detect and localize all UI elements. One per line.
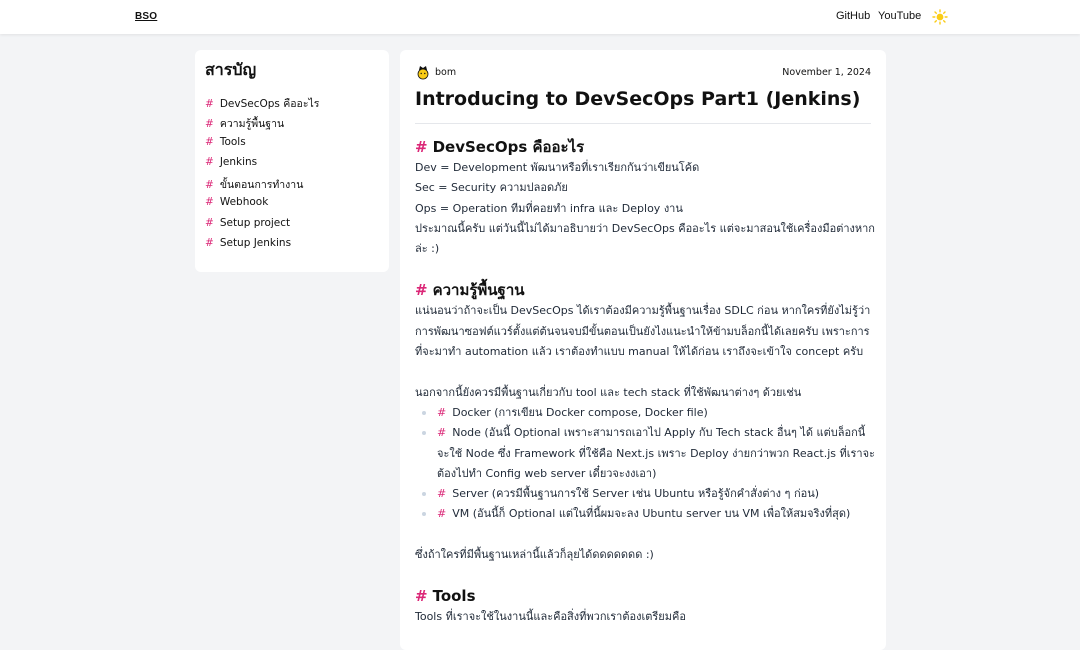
section-heading-basics: # ความรู้พื้นฐาน <box>415 281 525 300</box>
list-item: # Server (ควรมีพื้นฐานการใช้ Server เช่น … <box>415 484 875 504</box>
title-divider <box>415 123 871 124</box>
theme-toggle-button[interactable] <box>932 9 948 25</box>
paragraph-dev: Dev = Development พัฒนาหรือที่เราเรียกกั… <box>415 161 700 174</box>
hash-icon: # <box>205 237 214 250</box>
hash-icon: # <box>205 135 214 148</box>
toc-title: สารบัญ <box>205 60 257 79</box>
table-of-contents: สารบัญ # DevSecOps คืออะไร # ความรู้พื้นฐา… <box>195 50 389 272</box>
hash-icon: # <box>205 196 214 209</box>
hash-icon: # <box>205 179 214 192</box>
site-logo[interactable]: BSO <box>135 11 157 22</box>
hash-icon[interactable]: # <box>415 138 428 156</box>
article-content: # DevSecOps คืออะไร Dev = Development พัฒ… <box>415 136 875 628</box>
paragraph-tools-intro: Tools ที่เราจะใช้ในงานนี้และคือสิ่งที่พว… <box>415 610 686 624</box>
post-title: Introducing to DevSecOps Part1 (Jenkins) <box>415 88 861 110</box>
hash-icon: # <box>205 98 214 110</box>
toc-item-tools[interactable]: # Tools <box>205 136 319 156</box>
prerequisite-list: # Docker (การเขียน Docker compose, Docker… <box>415 403 875 525</box>
paragraph-summary: ประมาณนี้ครับ แต่วันนี้ไม่ได้มาอธิบายว่า… <box>415 221 875 256</box>
section-heading-devsecops: # DevSecOps คืออะไร <box>415 138 585 156</box>
author-name[interactable]: bom <box>435 67 456 78</box>
toc-item-webhook[interactable]: # Webhook <box>205 196 319 216</box>
toc-item-basics[interactable]: # ความรู้พื้นฐาน <box>205 115 319 135</box>
hash-icon[interactable]: # <box>415 281 428 299</box>
hash-icon: # <box>205 118 214 131</box>
toc-item-jenkins[interactable]: # Jenkins <box>205 156 319 176</box>
hash-icon: # <box>437 507 447 521</box>
toc-item-setup-jenkins[interactable]: # Setup Jenkins <box>205 237 319 257</box>
avatar-icon <box>417 66 429 80</box>
paragraph-basics-intro: แน่นอนว่าถ้าจะเป็น DevSecOps ได้เราต้องม… <box>415 304 871 359</box>
article-card: bom November 1, 2024 Introducing to DevS… <box>400 50 886 650</box>
nav-link-github[interactable]: GitHub <box>836 10 870 22</box>
list-item: # Docker (การเขียน Docker compose, Docker… <box>415 403 875 423</box>
paragraph-basics-lead: นอกจากนี้ยังควรมีพื้นฐานเกี่ยวกับ tool แ… <box>415 385 802 399</box>
list-item: # Node (อันนี้ Optional เพราะสามารถเอาไป … <box>415 423 875 484</box>
hash-icon: # <box>205 216 214 229</box>
toc-item-setup-project[interactable]: # Setup project <box>205 217 319 237</box>
section-heading-tools: # Tools <box>415 587 476 606</box>
hash-icon[interactable]: # <box>415 587 428 605</box>
author-row: bom November 1, 2024 <box>415 64 871 82</box>
toc-list: # DevSecOps คืออะไร # ความรู้พื้นฐาน # Tool… <box>205 95 319 257</box>
toc-item-devsecops[interactable]: # DevSecOps คืออะไร <box>205 95 319 115</box>
paragraph-sec: Sec = Security ความปลอดภัย <box>415 181 568 195</box>
hash-icon: # <box>437 405 447 419</box>
list-item: # VM (อันนี้ก็ Optional แต่ในที่นี้ผมจะลง… <box>415 504 875 524</box>
paragraph-basics-outro: ซึ่งถ้าใครที่มีพื้นฐานเหล่านี้แล้วก็ลุยไ… <box>415 548 654 562</box>
hash-icon: # <box>437 487 447 501</box>
sun-icon <box>932 9 948 25</box>
hash-icon: # <box>437 426 447 440</box>
post-date: November 1, 2024 <box>782 67 871 78</box>
top-navbar: BSO GitHub YouTube <box>0 0 1080 34</box>
paragraph-ops: Ops = Operation ทีมที่คอยทำ infra และ De… <box>415 201 683 215</box>
nav-link-youtube[interactable]: YouTube <box>878 10 921 22</box>
hash-icon: # <box>205 155 214 168</box>
toc-item-workflow[interactable]: # ขั้นตอนการทำงาน <box>205 176 319 196</box>
